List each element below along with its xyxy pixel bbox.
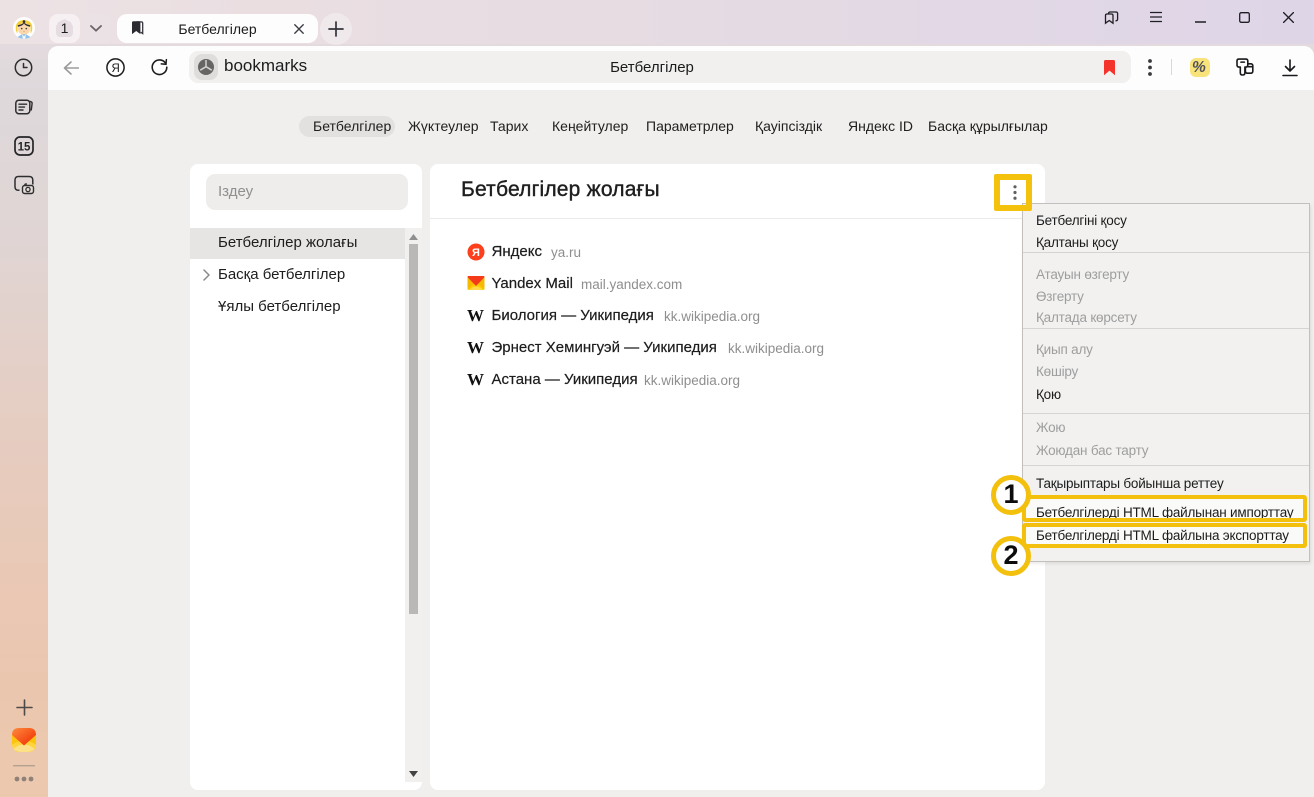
svg-text:Я: Я (472, 247, 480, 259)
svg-text:15: 15 (18, 141, 31, 153)
svg-text:Я: Я (112, 63, 120, 75)
